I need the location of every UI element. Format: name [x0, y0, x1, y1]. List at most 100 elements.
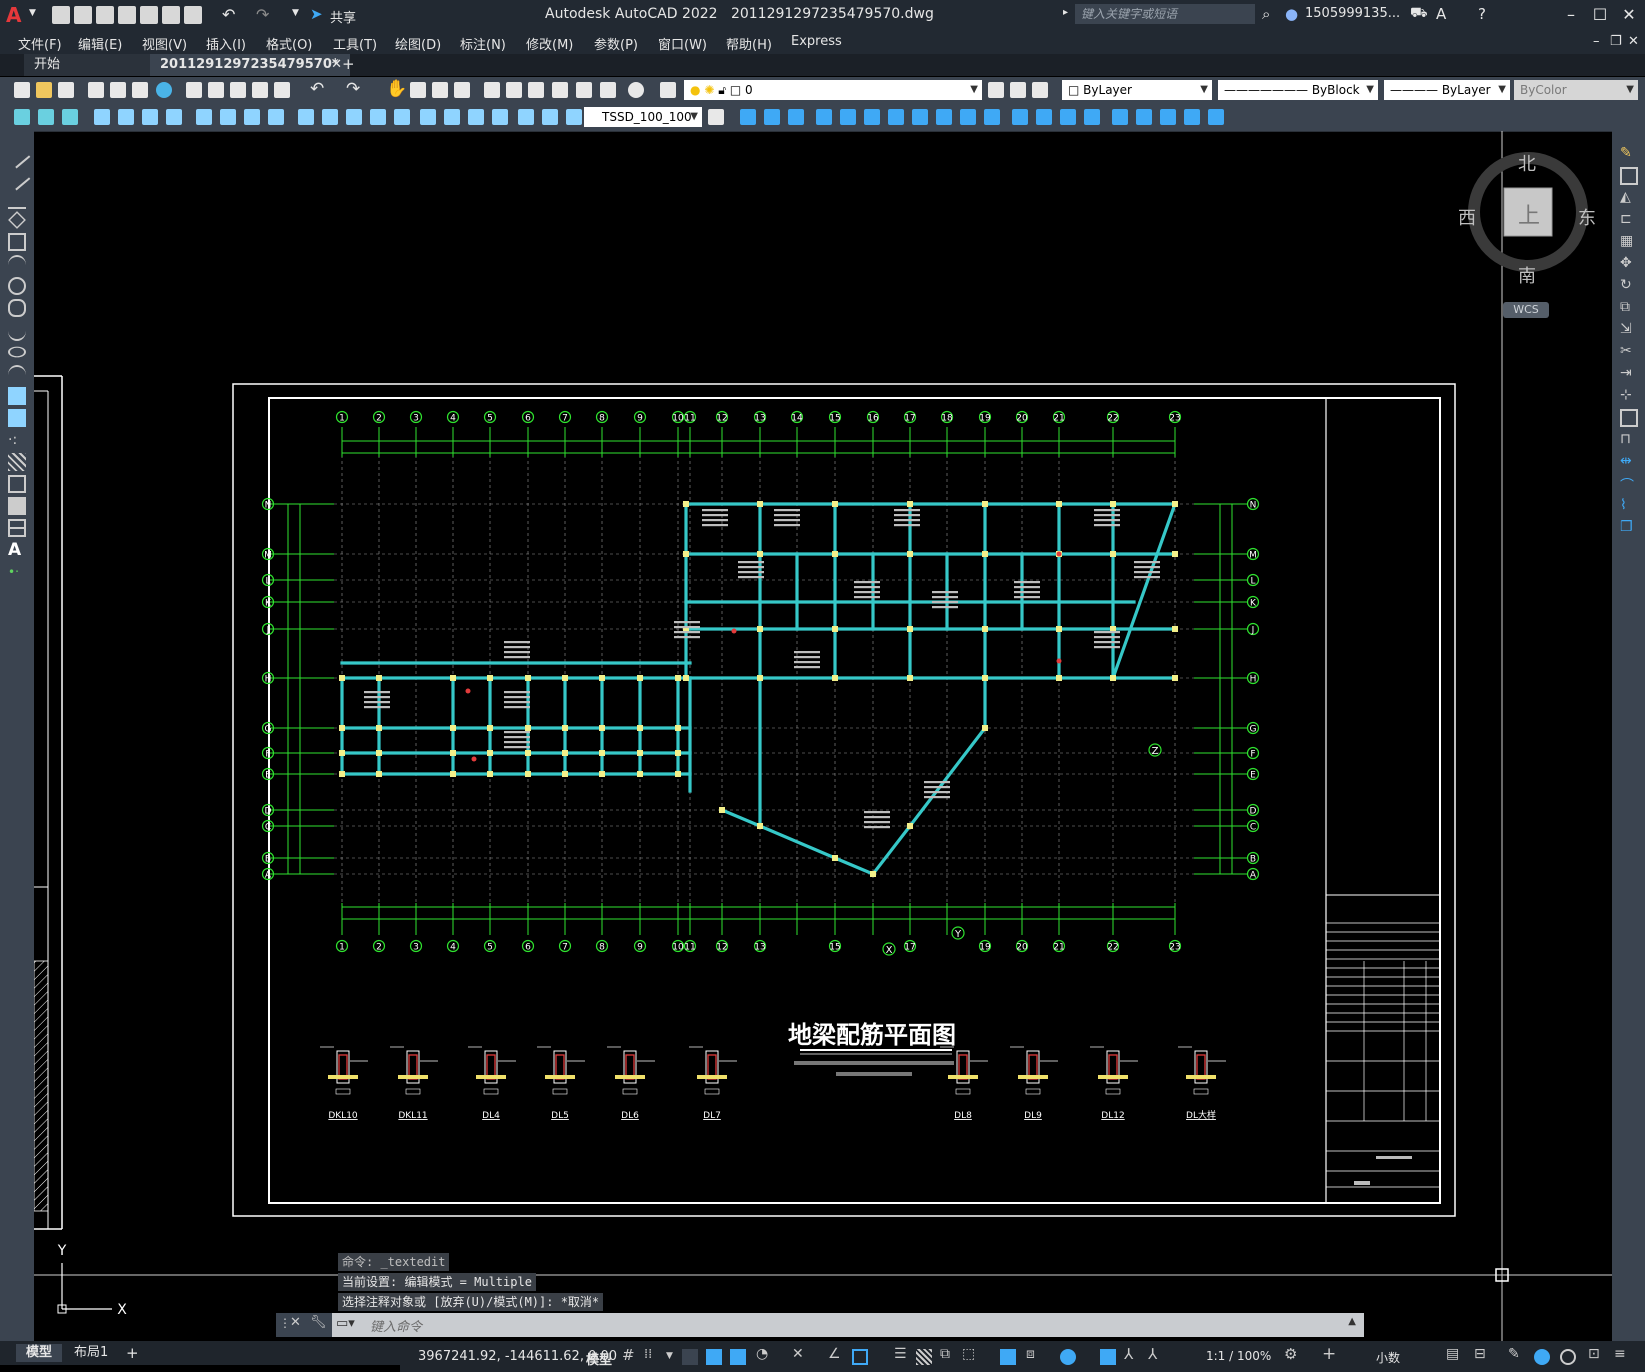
region-tool-icon[interactable] [8, 497, 26, 515]
user-account-name[interactable]: 1505999135... [1305, 6, 1400, 21]
lineweight-combo[interactable]: ———— ByLayer ▼ [1384, 80, 1510, 100]
fillet-tool-icon[interactable]: ⌒ [1620, 475, 1638, 494]
tb-dim-radius-icon[interactable] [196, 109, 212, 125]
explode-tool-icon[interactable]: ❒ [1620, 519, 1638, 537]
tb-3d-dwf-icon[interactable] [156, 82, 172, 98]
tb-design-center-icon[interactable] [506, 82, 522, 98]
ellipse-tool-icon[interactable] [8, 346, 26, 358]
tb-modify-2-icon[interactable] [764, 109, 780, 125]
menu-file[interactable]: 文件(F) [18, 34, 62, 53]
dynamic-ucs-icon[interactable] [1000, 1349, 1016, 1365]
tb-publish-icon[interactable] [132, 82, 148, 98]
compass-east-label[interactable]: 东 [1578, 204, 1596, 230]
infer-constraints-icon[interactable] [682, 1349, 698, 1365]
tb-modify-17-icon[interactable] [1136, 109, 1152, 125]
lock-ui-icon[interactable]: ⊟ [1474, 1346, 1490, 1362]
tb-sheet-set-icon[interactable] [552, 82, 568, 98]
plotstyle-combo[interactable]: ByColor ▼ [1514, 80, 1638, 100]
mtext-tool-icon[interactable]: A [8, 541, 26, 559]
dynamic-input-icon[interactable] [706, 1349, 722, 1365]
lineweight-display-icon[interactable]: ☰ [894, 1346, 910, 1362]
clean-screen-icon[interactable] [1560, 1349, 1576, 1365]
viewcube[interactable]: 北 南 东 西 上 [1458, 150, 1596, 287]
tb-modify-13-icon[interactable] [1036, 109, 1052, 125]
tb-cut-icon[interactable] [186, 82, 202, 98]
make-block-icon[interactable] [8, 409, 26, 427]
command-line-customize-icon[interactable]: 🔧︎ [310, 1315, 327, 1330]
layer-combo[interactable]: ● ✺ 🔓︎ □ 0 ▼ [684, 80, 982, 100]
tb-modify-9-icon[interactable] [936, 109, 952, 125]
tab-close-icon[interactable]: ✕ [331, 54, 342, 76]
stretch-tool-icon[interactable]: ⇲ [1620, 321, 1638, 339]
save-as-icon[interactable] [118, 6, 136, 24]
units-value[interactable]: 小数 [1376, 1349, 1400, 1366]
blend-curves-icon[interactable]: ⌇ [1620, 497, 1638, 515]
tb-dim-jogged-icon[interactable] [220, 109, 236, 125]
tb-dim-linear-icon[interactable] [94, 109, 110, 125]
erase-tool-icon[interactable]: ✎ [1620, 145, 1638, 163]
tab-current-drawing[interactable]: 201129129723547​9570* ✕ [150, 54, 350, 76]
insert-block-icon[interactable] [8, 387, 26, 405]
wcs-menu-button[interactable]: WCS [1503, 302, 1549, 318]
tb-zoom-window-icon[interactable] [432, 82, 448, 98]
menu-view[interactable]: 视图(V) [142, 34, 187, 53]
doc-close-icon[interactable]: ✕ [1628, 34, 1639, 49]
search-expand-icon[interactable]: ▸ [1063, 7, 1068, 18]
trim-tool-icon[interactable]: ✂ [1620, 343, 1638, 361]
text-style-combo[interactable]: TSSD_100_100 ▼ [584, 107, 702, 127]
share-label[interactable]: 共享 [330, 7, 356, 26]
point-tool-icon[interactable]: ·: [8, 431, 26, 449]
tb-copy-icon[interactable] [208, 82, 224, 98]
menu-modify[interactable]: 修改(M) [526, 34, 573, 53]
object-snap-tracking-icon[interactable]: ∠ [828, 1346, 844, 1362]
join-tool-icon[interactable]: ⊓ [1620, 431, 1638, 449]
isolate-objects-icon[interactable]: ✎ [1508, 1346, 1524, 1362]
tb-zoom-previous-icon[interactable] [454, 82, 470, 98]
tb-modify-12-icon[interactable] [1012, 109, 1028, 125]
snap-chevron-icon[interactable]: ▼ [666, 1351, 682, 1367]
tb-dim-aligned-icon[interactable] [118, 109, 134, 125]
menu-draw[interactable]: 绘图(D) [395, 34, 441, 53]
compass-west-label[interactable]: 西 [1458, 204, 1476, 230]
tb-open-icon[interactable] [36, 82, 52, 98]
tb-dim-edit-icon[interactable] [518, 109, 534, 125]
tb-modify-20-icon[interactable] [1208, 109, 1224, 125]
command-input[interactable]: 键入命令 [370, 1316, 422, 1335]
annotation-scale-value[interactable]: 1:1 / 100% [1206, 1349, 1271, 1363]
add-layout-plus-icon[interactable]: + [126, 1344, 139, 1362]
offset-tool-icon[interactable]: ⊏ [1620, 211, 1638, 229]
undo-icon[interactable]: ↶ [222, 5, 235, 24]
menu-format[interactable]: 格式(O) [266, 34, 312, 53]
plot-icon[interactable] [184, 6, 202, 24]
tb-plot-icon[interactable] [88, 82, 104, 98]
tb-dim-update-icon[interactable] [566, 109, 582, 125]
menu-insert[interactable]: 插入(I) [206, 34, 246, 53]
scale-tool-icon[interactable]: ⧉ [1620, 299, 1638, 317]
tb-dim-arc-icon[interactable] [142, 109, 158, 125]
recent-commands-icon[interactable]: ▭▾ [336, 1316, 355, 1331]
tb-markup-icon[interactable] [576, 82, 592, 98]
menu-parametric[interactable]: 参数(P) [594, 34, 638, 53]
gizmo-icon[interactable] [1060, 1349, 1076, 1365]
help-icon[interactable]: ? [1478, 5, 1486, 23]
tb-modify-15-icon[interactable] [1084, 109, 1100, 125]
open-web-icon[interactable] [140, 6, 158, 24]
tab-layout1[interactable]: 布局1 [64, 1344, 118, 1362]
chamfer-tool-icon[interactable]: ⇹ [1620, 453, 1638, 471]
customization-menu-icon[interactable]: ≡ [1614, 1346, 1630, 1362]
ortho-mode-icon[interactable] [730, 1349, 746, 1365]
rectangle-tool-icon[interactable] [8, 233, 26, 251]
polar-tracking-icon[interactable]: ◔ [756, 1346, 772, 1362]
menu-edit[interactable]: 编辑(E) [78, 34, 122, 53]
tb-modify-6-icon[interactable] [864, 109, 880, 125]
tb-dim-angular-icon[interactable] [268, 109, 284, 125]
tb-tssd-3-icon[interactable] [62, 109, 78, 125]
polyline-tool-icon[interactable] [8, 189, 26, 209]
tb-modify-5-icon[interactable] [840, 109, 856, 125]
compass-north-label[interactable]: 北 [1518, 150, 1536, 176]
spline-tool-icon[interactable] [8, 321, 26, 341]
menu-tools[interactable]: 工具(T) [333, 34, 377, 53]
new-file-icon[interactable] [52, 6, 70, 24]
tb-block-editor-icon[interactable] [274, 82, 290, 98]
tb-help-icon[interactable] [628, 82, 644, 98]
